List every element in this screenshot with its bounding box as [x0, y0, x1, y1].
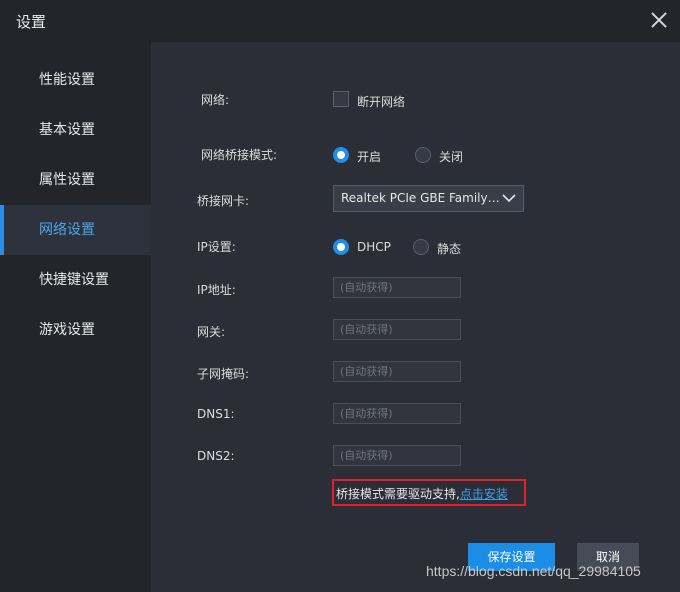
driver-notice-message: 桥接模式需要驱动支持,	[336, 487, 460, 501]
bridge-off-label: 关闭	[439, 150, 464, 164]
title-bar: 设置	[0, 0, 680, 42]
ip-static-label: 静态	[437, 242, 462, 256]
dns2-field[interactable]	[333, 445, 461, 466]
bridge-mode-label: 网络桥接模式:	[201, 148, 278, 162]
bridge-on-radio[interactable]	[333, 147, 349, 163]
sidebar-item-shortcuts[interactable]: 快捷键设置	[0, 255, 151, 305]
settings-panel	[151, 42, 680, 592]
bridge-nic-select[interactable]: Realtek PCIe GBE Family ...	[333, 185, 524, 212]
driver-notice: 桥接模式需要驱动支持,点击安装	[332, 479, 526, 506]
sidebar-item-properties[interactable]: 属性设置	[0, 155, 151, 205]
subnet-label: 子网掩码:	[197, 367, 250, 381]
sidebar-item-games[interactable]: 游戏设置	[0, 305, 151, 355]
window-title: 设置	[16, 13, 47, 31]
disconnect-checkbox[interactable]	[333, 91, 349, 107]
install-driver-link[interactable]: 点击安装	[460, 487, 508, 501]
chevron-down-icon	[502, 194, 516, 203]
driver-notice-text: 桥接模式需要驱动支持,点击安装	[336, 485, 508, 502]
ip-static-radio[interactable]	[413, 239, 429, 255]
bridge-nic-value: Realtek PCIe GBE Family ...	[341, 191, 501, 205]
bridge-nic-label: 桥接网卡:	[197, 194, 250, 208]
watermark: https://blog.csdn.net/qq_29984105	[426, 563, 641, 579]
sidebar-item-basic[interactable]: 基本设置	[0, 105, 151, 155]
sidebar: 性能设置 基本设置 属性设置 网络设置 快捷键设置 游戏设置	[0, 42, 151, 592]
network-label: 网络:	[201, 93, 230, 107]
subnet-field[interactable]	[333, 361, 461, 382]
sidebar-item-network[interactable]: 网络设置	[0, 205, 151, 255]
ip-address-field[interactable]	[333, 277, 461, 298]
dns1-label: DNS1:	[197, 407, 235, 421]
bridge-off-radio[interactable]	[415, 147, 431, 163]
ip-settings-label: IP设置:	[197, 240, 236, 254]
disconnect-label: 断开网络	[357, 95, 406, 109]
close-icon[interactable]	[648, 9, 670, 31]
ip-dhcp-radio[interactable]	[333, 239, 349, 255]
gateway-field[interactable]	[333, 319, 461, 340]
dns2-label: DNS2:	[197, 449, 235, 463]
gateway-label: 网关:	[197, 325, 226, 339]
sidebar-item-performance[interactable]: 性能设置	[0, 55, 151, 105]
ip-dhcp-label: DHCP	[357, 240, 391, 254]
ip-address-label: IP地址:	[197, 283, 236, 297]
bridge-on-label: 开启	[357, 150, 382, 164]
dns1-field[interactable]	[333, 403, 461, 424]
